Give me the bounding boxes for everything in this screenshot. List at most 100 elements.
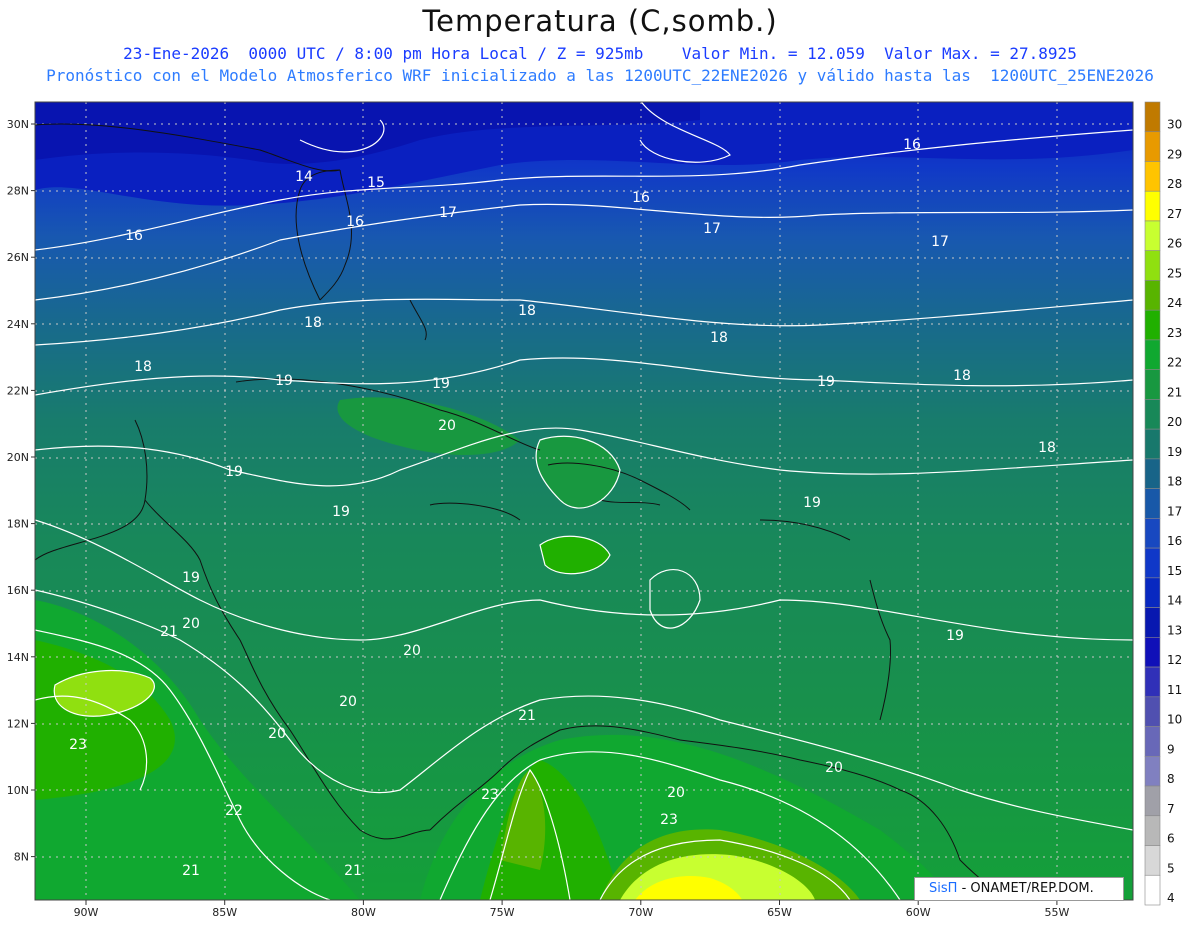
latitude-labels: 30N 28N 26N 24N 22N 20N 18N 16N 14N 12N 10N 8N <box>7 118 35 864</box>
lon-label: 55W <box>1044 906 1069 919</box>
contour-label: 20 <box>438 418 456 434</box>
colorbar-label: 14 <box>1167 594 1182 608</box>
lat-label: 10N <box>7 784 29 797</box>
colorbar-swatch <box>1144 309 1161 341</box>
colorbar-label: 26 <box>1167 237 1182 251</box>
colorbar-swatch <box>1144 845 1161 876</box>
colorbar-label: 12 <box>1167 653 1182 667</box>
lon-label: 80W <box>351 906 376 919</box>
colorbar-label: 7 <box>1167 802 1175 816</box>
contour-label: 14 <box>295 169 313 185</box>
contour-label: 18 <box>1038 440 1056 456</box>
lat-label: 12N <box>7 717 29 730</box>
colorbar-swatch <box>1144 785 1161 817</box>
contour-label: 21 <box>344 863 362 879</box>
lat-label: 26N <box>7 251 29 264</box>
colorbar-swatch <box>1144 815 1161 846</box>
contour-label: 21 <box>182 863 200 879</box>
contour-label: 20 <box>825 760 843 776</box>
colorbar-label: 13 <box>1167 623 1182 637</box>
colorbar-swatch <box>1144 518 1161 549</box>
colorbar-swatch <box>1144 577 1161 608</box>
contour-label: 19 <box>803 495 821 511</box>
lon-label: 60W <box>906 906 931 919</box>
contour-label: 19 <box>275 373 293 389</box>
colorbar-label: 25 <box>1167 266 1182 280</box>
contour-label: 21 <box>518 708 536 724</box>
contour-label: 18 <box>953 368 971 384</box>
contour-label: 18 <box>304 315 322 331</box>
contour-label: 19 <box>817 374 835 390</box>
colorbar-swatch <box>1144 458 1161 489</box>
contour-label: 18 <box>518 303 536 319</box>
colorbar-label: 22 <box>1167 356 1182 370</box>
lat-label: 14N <box>7 651 29 664</box>
contour-label: 16 <box>125 228 143 244</box>
colorbar-label: 20 <box>1167 415 1182 429</box>
temperature-map: 14 15 16 16 17 16 17 16 17 18 18 18 18 19 19 19 18 20 18 19… <box>7 101 1182 919</box>
colorbar-label: 29 <box>1167 147 1182 161</box>
colorbar-label: 9 <box>1167 742 1175 756</box>
contour-label: 17 <box>439 205 457 221</box>
colorbar-label: 24 <box>1167 296 1182 310</box>
contour-label: 18 <box>710 330 728 346</box>
colorbar-label: 19 <box>1167 445 1182 459</box>
contour-label: 18 <box>134 359 152 375</box>
colorbar-swatch <box>1144 369 1161 400</box>
lat-label: 16N <box>7 584 29 597</box>
colorbar-label: 27 <box>1167 207 1182 221</box>
contour-label: 19 <box>432 376 450 392</box>
lat-label: 20N <box>7 451 29 464</box>
colorbar-label: 30 <box>1167 118 1182 132</box>
contour-label: 17 <box>931 234 949 250</box>
colorbar-label: 4 <box>1167 891 1175 905</box>
contour-label: 20 <box>403 643 421 659</box>
lat-label: 18N <box>7 518 29 531</box>
lat-label: 22N <box>7 384 29 397</box>
lon-label: 90W <box>74 906 99 919</box>
colorbar-label: 23 <box>1167 326 1182 340</box>
colorbar-swatch <box>1144 547 1161 579</box>
colorbar-label: 5 <box>1167 861 1175 875</box>
map-field <box>35 102 1133 900</box>
colorbar-label: 8 <box>1167 772 1175 786</box>
colorbar-swatch <box>1144 161 1161 192</box>
colorbar-swatch <box>1144 696 1161 727</box>
colorbar-swatch <box>1144 428 1161 460</box>
contour-label: 15 <box>367 175 385 191</box>
contour-label: 22 <box>225 803 243 819</box>
contour-label: 16 <box>346 214 364 230</box>
contour-label: 21 <box>160 624 178 640</box>
contour-label: 16 <box>903 137 921 153</box>
colorbar-swatch <box>1144 101 1161 133</box>
colorbar-swatch <box>1144 726 1161 757</box>
colorbar-label: 10 <box>1167 713 1182 727</box>
colorbar-swatch <box>1144 220 1161 252</box>
colorbar-label: 18 <box>1167 475 1182 489</box>
colorbar-swatch <box>1144 131 1161 162</box>
contour-label: 19 <box>332 504 350 520</box>
colorbar-label: 21 <box>1167 385 1182 399</box>
colorbar-swatch <box>1144 666 1161 698</box>
colorbar-label: 6 <box>1167 832 1175 846</box>
colorbar-swatch <box>1144 190 1161 222</box>
contour-label: 19 <box>182 570 200 586</box>
contour-label: 16 <box>632 190 650 206</box>
lat-label: 28N <box>7 185 29 198</box>
contour-label: 19 <box>946 628 964 644</box>
contour-label: 20 <box>182 616 200 632</box>
colorbar-label: 16 <box>1167 534 1182 548</box>
contour-label: 23 <box>69 737 87 753</box>
contour-label: 19 <box>225 464 243 480</box>
logo-sis-text: SisΠ <box>929 881 958 896</box>
colorbar-swatch <box>1144 280 1161 311</box>
colorbar-label: 11 <box>1167 683 1182 697</box>
colorbar-label: 28 <box>1167 177 1182 191</box>
contour-label: 20 <box>339 694 357 710</box>
colorbar-swatch <box>1144 755 1161 787</box>
lon-label: 75W <box>490 906 515 919</box>
logo-org-text: - ONAMET/REP.DOM. <box>961 881 1094 896</box>
colorbar-label: 17 <box>1167 504 1182 518</box>
lat-label: 24N <box>7 318 29 331</box>
lat-label: 8N <box>14 851 29 864</box>
